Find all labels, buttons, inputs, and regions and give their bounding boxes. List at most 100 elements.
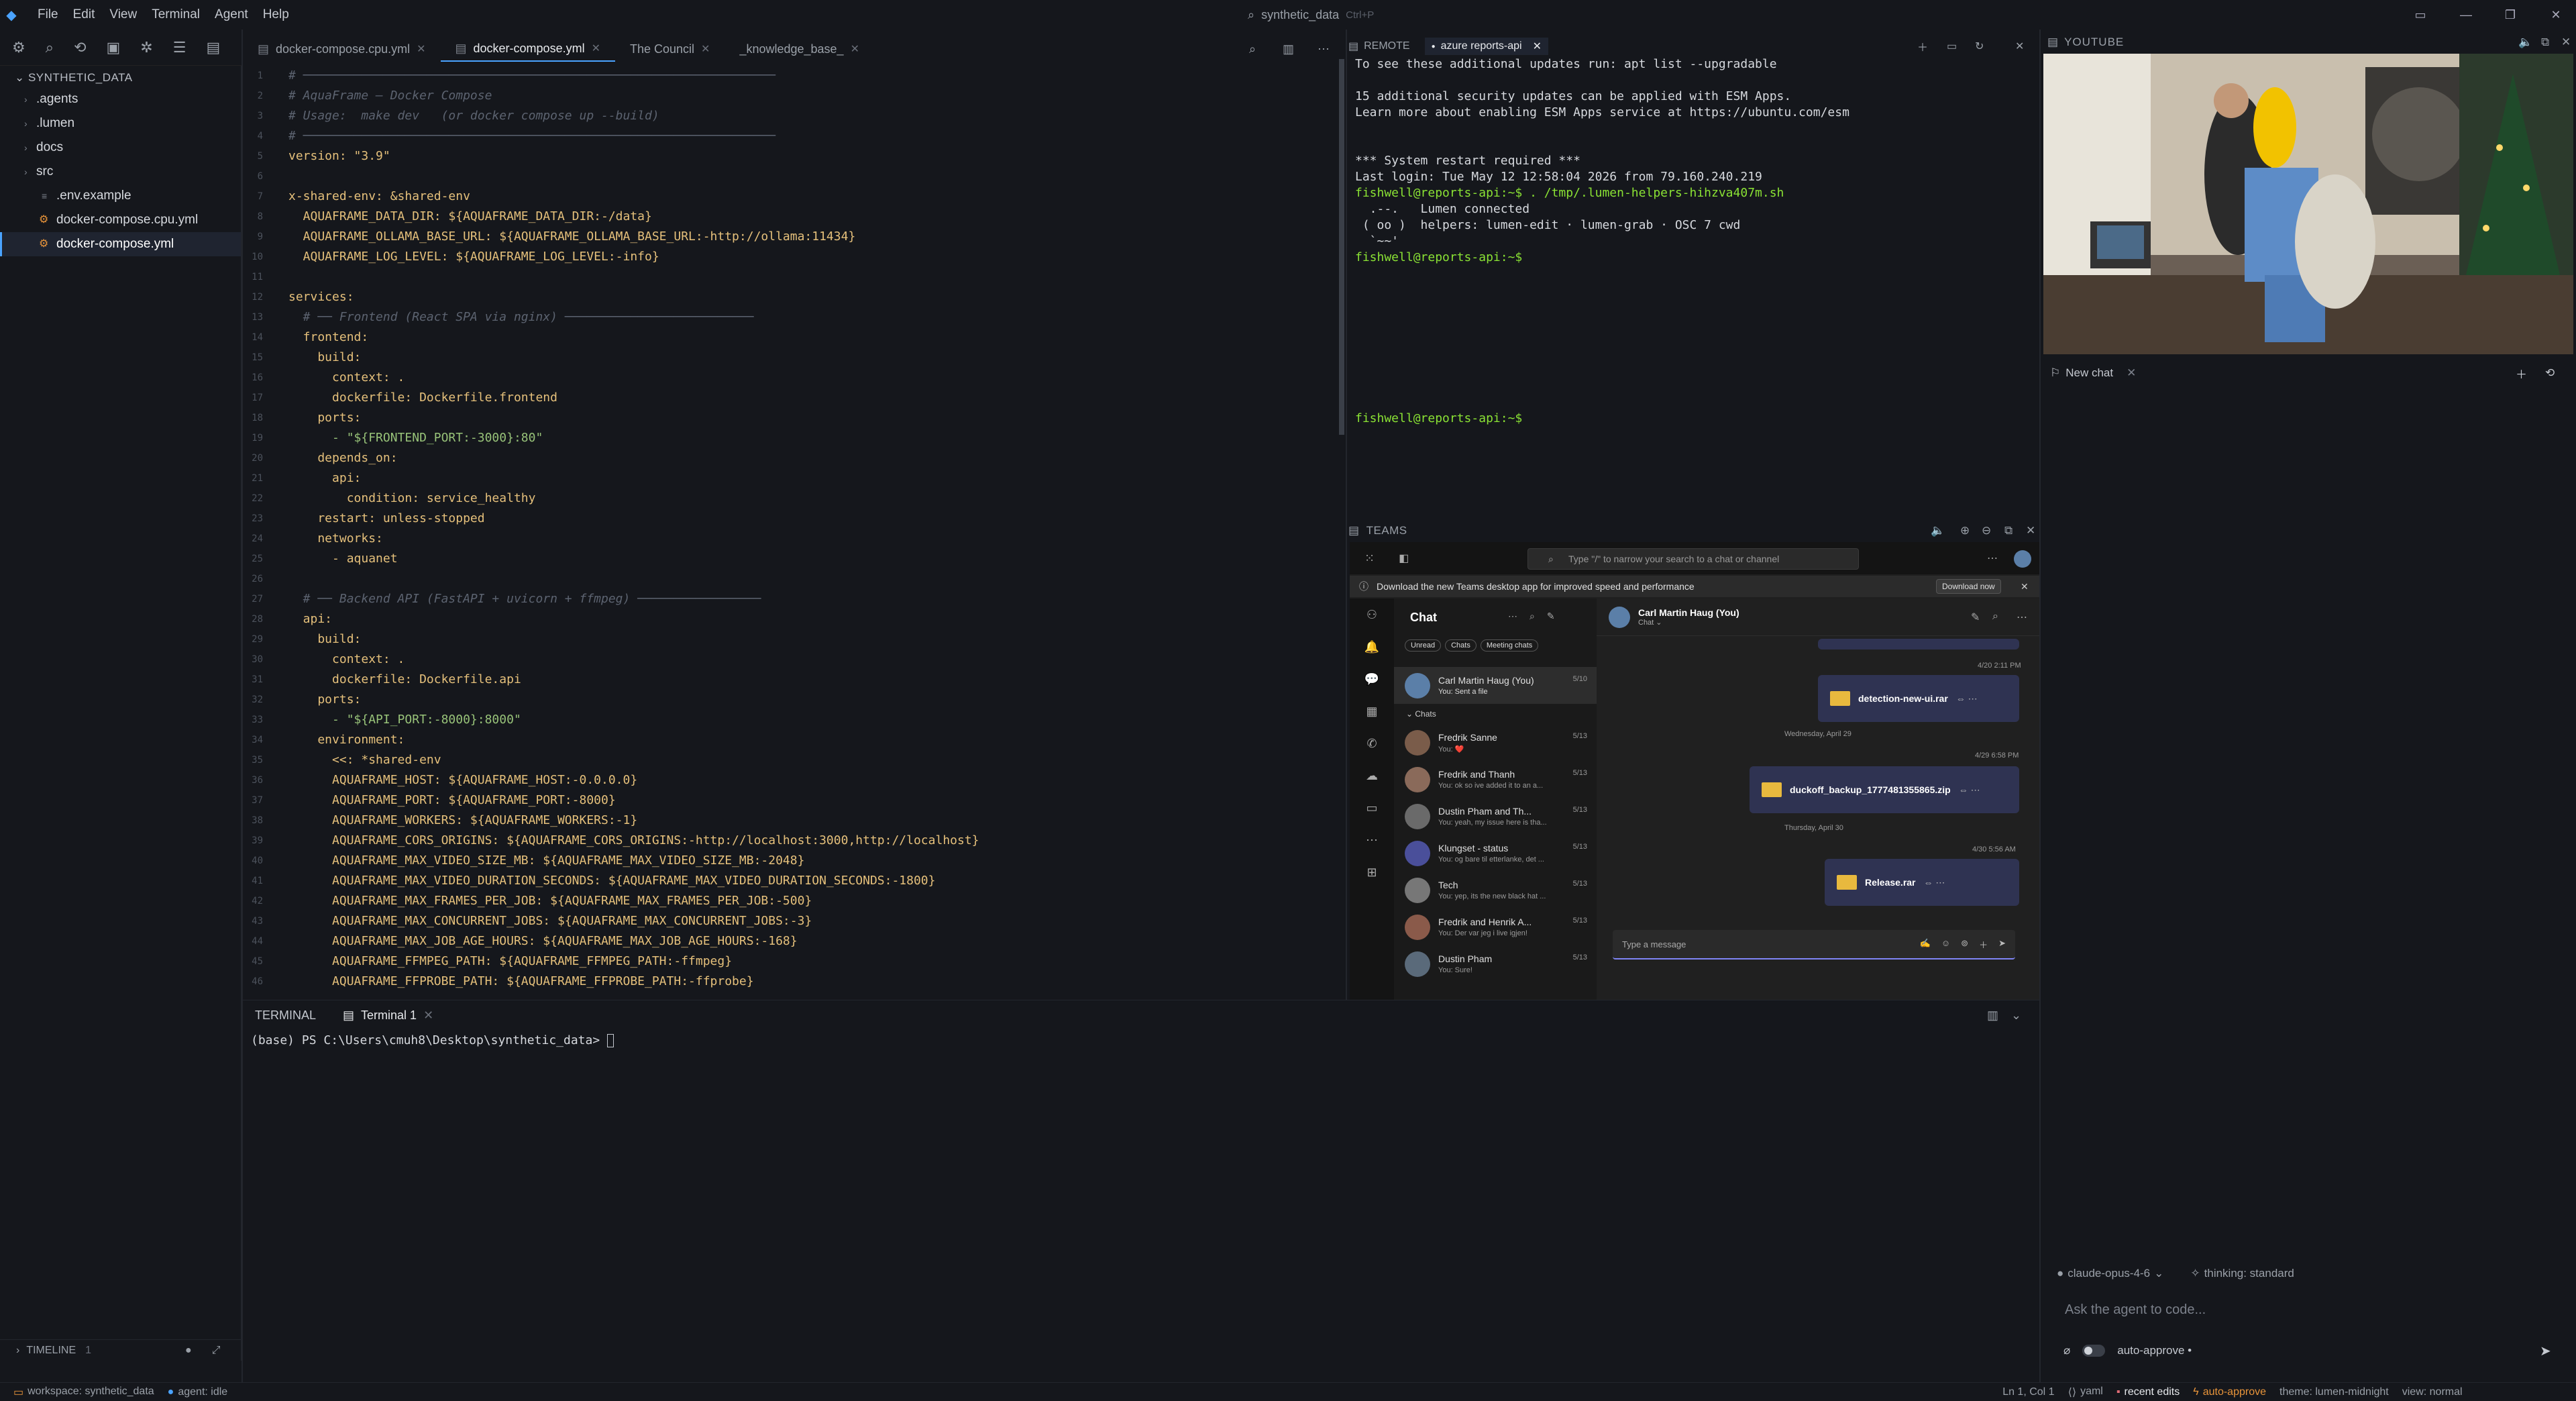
message-file[interactable]: duckoff_backup_1777481355865.zip ⇔ ⋯ — [1750, 766, 2019, 813]
chat-list-item[interactable]: Fredrik and Thanh You: ok so ive added it… — [1394, 761, 1597, 798]
filter-unread[interactable]: Unread — [1405, 639, 1442, 652]
apps-grid-icon[interactable]: ⁙ — [1364, 552, 1375, 566]
cursor-position[interactable]: Ln 1, Col 1 — [2002, 1386, 2054, 1398]
tab-docker-compose[interactable]: ▤ docker-compose.yml ✕ — [440, 36, 615, 62]
filter-meeting-chats[interactable]: Meeting chats — [1480, 639, 1539, 652]
chat-list-item[interactable]: Dustin Pham You: Sure! 5/13 — [1394, 945, 1597, 982]
close-icon[interactable]: ✕ — [592, 42, 600, 55]
remote-terminal-output[interactable]: To see these additional updates run: apt… — [1355, 56, 2039, 570]
popout-icon[interactable]: ⧉ — [2541, 36, 2550, 49]
download-now-button[interactable]: Download now — [1936, 579, 2001, 594]
message-file[interactable]: Release.rar ⇔ ⋯ — [1825, 859, 2019, 906]
layout-toggle-icon[interactable]: ▭ — [2403, 0, 2438, 30]
remote-scrollbar[interactable] — [1339, 59, 1344, 435]
message-compose-input[interactable]: Type a message ✍ ☺ ⊚ ＋ ➤ — [1613, 930, 2015, 959]
send-icon[interactable]: ➤ — [1998, 938, 2006, 951]
agent-status[interactable]: ● agent: idle — [168, 1386, 228, 1398]
activity-icon[interactable]: ⚇ — [1350, 599, 1394, 631]
meet-icon[interactable]: ▭ — [1350, 792, 1394, 824]
auto-approve-toggle[interactable] — [2082, 1345, 2106, 1357]
add-app-icon[interactable]: ⊞ — [1350, 856, 1394, 888]
onedrive-icon[interactable]: ☁ — [1350, 760, 1394, 792]
close-icon[interactable]: ✕ — [1533, 40, 1542, 53]
chat-list-item[interactable]: Klungset - status You: og bare til etterl… — [1394, 835, 1597, 872]
compose-icon[interactable]: ✎ — [1547, 611, 1555, 622]
menu-help[interactable]: Help — [263, 7, 289, 22]
code-editor[interactable]: 1 # ─────────────────────────────────────… — [243, 66, 1343, 998]
tab-the-council[interactable]: The Council ✕ — [615, 36, 724, 62]
view-status[interactable]: view: normal — [2402, 1386, 2463, 1398]
tree-folder-lumen[interactable]: › .lumen — [0, 111, 241, 136]
refresh-icon[interactable]: ↻ — [1975, 40, 1984, 53]
image-icon[interactable]: ▣ — [107, 39, 121, 56]
menu-terminal[interactable]: Terminal — [152, 7, 200, 22]
send-icon[interactable]: ➤ — [2540, 1343, 2551, 1359]
message-file[interactable]: detection-new-ui.rar ⇔ ⋯ — [1818, 675, 2019, 722]
add-icon[interactable]: ＋ — [1917, 38, 1928, 54]
mute-icon[interactable]: 🔈 — [1931, 524, 1945, 537]
mute-icon[interactable]: 🔈 — [2518, 36, 2533, 49]
close-icon[interactable]: ✕ — [2127, 366, 2136, 380]
tab-docker-compose-cpu[interactable]: ▤ docker-compose.cpu.yml ✕ — [243, 36, 441, 62]
agent-prompt-input[interactable]: Ask the agent to code... — [2057, 1294, 2567, 1326]
tree-folder-docs[interactable]: › docs — [0, 136, 241, 160]
zoom-out-icon[interactable]: ⊖ — [1982, 524, 1992, 537]
command-search[interactable]: ⌕ synthetic_data Ctrl+P — [1248, 5, 1449, 24]
theme-status[interactable]: theme: lumen-midnight — [2279, 1386, 2389, 1398]
restore-button[interactable]: ❐ — [2493, 0, 2528, 30]
explorer-root[interactable]: ⌄ SYNTHETIC_DATA — [0, 66, 241, 87]
search-icon[interactable]: ⌕ — [1992, 611, 1998, 623]
minimize-button[interactable]: — — [2449, 0, 2483, 30]
menu-file[interactable]: File — [38, 7, 58, 22]
close-icon[interactable]: ✕ — [423, 1008, 433, 1023]
tab-azure-reports-api[interactable]: ● azure reports-api ✕ — [1424, 38, 1548, 55]
split-editor-icon[interactable]: ▥ — [1283, 42, 1294, 56]
emoji-icon[interactable]: ☺ — [1941, 938, 1950, 951]
close-icon[interactable]: ✕ — [701, 42, 710, 56]
tab-terminal-1[interactable]: ▤ Terminal 1 ✕ — [343, 1008, 433, 1023]
filter-chats[interactable]: Chats — [1445, 639, 1477, 652]
tree-file-docker-compose-cpu[interactable]: ⚙ docker-compose.cpu.yml — [0, 208, 241, 232]
search-icon[interactable]: ⌕ — [1529, 611, 1535, 622]
close-icon[interactable]: ✕ — [2015, 40, 2024, 53]
thinking-selector[interactable]: ✧ thinking: standard — [2190, 1267, 2294, 1280]
search-icon[interactable]: ⌕ — [1249, 42, 1256, 56]
gear-icon[interactable]: ⚙ — [12, 39, 25, 56]
close-icon[interactable]: ✕ — [2026, 524, 2036, 537]
timeline-section[interactable]: › TIMELINE 1 ● ⤢ — [0, 1339, 241, 1361]
chat-icon[interactable]: 💬 — [1350, 663, 1394, 695]
tab-new-chat[interactable]: ⚐ New chat ✕ — [2050, 366, 2136, 380]
workspace-status[interactable]: ▭ workspace: synthetic_data — [13, 1386, 154, 1399]
terminal-output[interactable]: (base) PS C:\Users\cmuh8\Desktop\synthet… — [251, 1033, 2035, 1355]
close-icon[interactable]: ✕ — [851, 42, 859, 56]
list-icon[interactable]: ☰ — [173, 39, 186, 56]
attach-icon[interactable]: ⌀ — [2063, 1344, 2070, 1357]
pinned-chat[interactable]: Carl Martin Haug (You) You: Sent a file 5… — [1394, 667, 1597, 704]
chevron-down-icon[interactable]: ⌄ — [2011, 1008, 2021, 1023]
link-icon[interactable]: ⇔ ⋯ — [1959, 784, 1980, 796]
more-icon[interactable]: ⋯ — [1987, 552, 1998, 565]
recent-edits[interactable]: ▪ recent edits — [2116, 1386, 2180, 1398]
source-control-icon[interactable]: ⟲ — [74, 39, 86, 56]
split-terminal-icon[interactable]: ▥ — [1987, 1008, 1998, 1023]
auto-approve-status[interactable]: ϟ auto-approve — [2193, 1386, 2266, 1398]
tab-knowledge-base[interactable]: _knowledge_base_ ✕ — [724, 36, 874, 62]
close-icon[interactable]: ✕ — [417, 42, 425, 56]
folder-icon[interactable]: ▭ — [1947, 40, 1957, 53]
sidebar-toggle-icon[interactable]: ◧ — [1399, 552, 1409, 565]
tree-file-docker-compose[interactable]: ⚙ docker-compose.yml — [0, 232, 241, 256]
close-icon[interactable]: ✕ — [2021, 581, 2029, 592]
format-icon[interactable]: ✍ — [1920, 938, 1931, 951]
close-window-button[interactable]: ✕ — [2538, 0, 2573, 30]
more-apps-icon[interactable]: ⋯ — [1350, 824, 1394, 856]
search-icon[interactable]: ⌕ — [46, 39, 54, 56]
more-icon[interactable]: ⋯ — [1318, 42, 1330, 56]
chat-list-item[interactable]: Tech You: yep, its the new black hat ... 5… — [1394, 872, 1597, 909]
close-icon[interactable]: ✕ — [2561, 36, 2571, 49]
tree-folder-src[interactable]: › src — [0, 160, 241, 184]
link-icon[interactable]: ⇔ ⋯ — [1924, 877, 1945, 888]
language-mode[interactable]: ⟨⟩ yaml — [2068, 1386, 2103, 1399]
panel-icon[interactable]: ▤ — [206, 39, 220, 56]
link-icon[interactable]: ⇔ ⋯ — [1956, 693, 1978, 705]
model-selector[interactable]: ● claude-opus-4-6 ⌄ — [2057, 1267, 2163, 1280]
